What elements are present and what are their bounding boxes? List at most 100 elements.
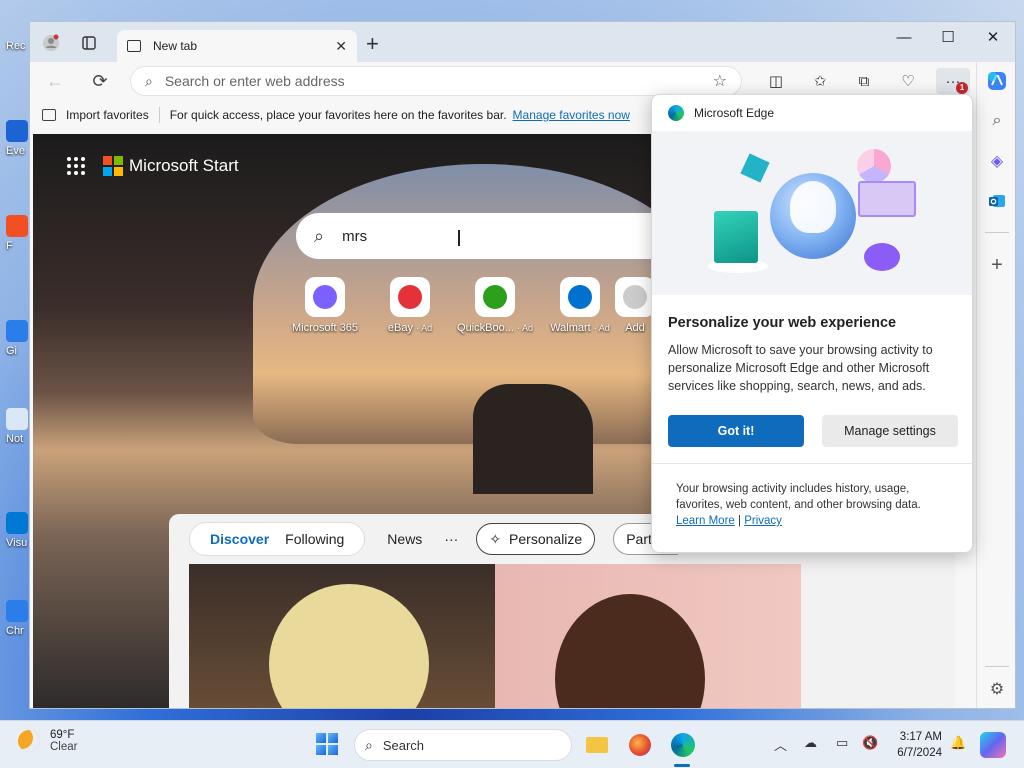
- taskbar: 69°F Clear ⌕ Search ︿ ☁ ▭ 🔇 3:17 AM 6/7/…: [0, 720, 1024, 768]
- profile-icon[interactable]: [38, 30, 64, 56]
- divider: [158, 107, 160, 123]
- favorites-hint: For quick access, place your favorites h…: [169, 108, 507, 122]
- popup-body: Allow Microsoft to save your browsing ac…: [668, 343, 933, 393]
- quick-link-label: Add: [625, 322, 645, 334]
- brand-title[interactable]: Microsoft Start: [129, 156, 239, 176]
- privacy-link[interactable]: Privacy: [744, 515, 782, 527]
- manage-settings-button[interactable]: Manage settings: [822, 415, 958, 447]
- more-tabs-button[interactable]: ···: [444, 531, 458, 547]
- maximize-button[interactable]: ☐: [928, 26, 968, 50]
- address-bar[interactable]: ⌕ Search or enter web address ☆: [130, 66, 742, 96]
- copilot-icon[interactable]: [984, 68, 1010, 94]
- news-photo-right[interactable]: [495, 564, 801, 708]
- start-button[interactable]: [316, 733, 338, 755]
- system-clock[interactable]: 3:17 AM 6/7/2024: [890, 729, 942, 761]
- app-icon: [6, 120, 28, 142]
- weather-temp: 69°F: [50, 729, 75, 741]
- news-photo-left[interactable]: [189, 564, 495, 708]
- edge-logo-icon: [668, 105, 684, 121]
- quick-link-label: Walmart: [550, 322, 591, 334]
- close-tab-icon[interactable]: ✕: [335, 38, 347, 55]
- refresh-button[interactable]: ⟳: [87, 68, 113, 94]
- tab-actions-icon[interactable]: [76, 30, 102, 56]
- person-icon: [790, 181, 836, 233]
- display-icon[interactable]: ▭: [836, 735, 848, 751]
- shopping-bag-icon: [714, 211, 758, 263]
- tab-page-icon: [127, 40, 141, 52]
- close-window-button[interactable]: ✕: [973, 26, 1013, 50]
- popup-buttons: Got it! Manage settings: [668, 415, 958, 447]
- firefox-icon[interactable]: [625, 730, 655, 760]
- sparkle-icon: ✧: [489, 530, 502, 547]
- search-icon: ⌕: [145, 72, 153, 89]
- favorites-icon[interactable]: ✩: [806, 68, 834, 94]
- popup-title: Personalize your web experience: [668, 315, 897, 331]
- app-icon: [6, 512, 28, 534]
- feed-tab-group: Discover Following: [189, 522, 366, 556]
- moon-icon: [18, 730, 40, 752]
- back-button[interactable]: ←: [42, 68, 68, 94]
- quick-link-ebay[interactable]: eBay · Ad: [370, 277, 450, 334]
- search-value: mrs: [342, 227, 368, 245]
- popup-header: Microsoft Edge: [652, 95, 972, 131]
- add-sidebar-app-icon[interactable]: +: [984, 252, 1010, 278]
- import-icon: [42, 109, 56, 121]
- minimize-button[interactable]: —: [884, 26, 924, 50]
- popup-illustration: [652, 131, 972, 295]
- new-tab-button[interactable]: +: [366, 32, 379, 56]
- manage-favorites-link[interactable]: Manage favorites now: [513, 108, 630, 122]
- weather-widget[interactable]: 69°F Clear: [18, 729, 77, 753]
- quick-link-microsoft-365[interactable]: Microsoft 365: [285, 277, 365, 334]
- quick-link-label: QuickBoo...: [457, 322, 514, 334]
- tab-label: New tab: [153, 39, 198, 53]
- onedrive-icon[interactable]: ☁: [804, 735, 817, 751]
- quick-link-quickbooks[interactable]: QuickBoo... · Ad: [455, 277, 535, 334]
- microsoft-365-icon[interactable]: ◈: [984, 148, 1010, 174]
- notification-bell-icon[interactable]: 🔔: [950, 735, 966, 751]
- favorite-star-icon[interactable]: ☆: [713, 71, 727, 91]
- split-screen-icon[interactable]: ◫: [762, 68, 790, 94]
- settings-more-button[interactable]: ··· 1: [936, 68, 970, 94]
- tab-following[interactable]: Following: [285, 531, 344, 547]
- tab-discover[interactable]: Discover: [210, 531, 269, 547]
- ad-label: · Ad: [416, 323, 433, 333]
- search-icon: ⌕: [314, 225, 325, 246]
- notification-badge: 1: [956, 82, 968, 94]
- tab-news[interactable]: News: [387, 531, 422, 547]
- sidebar-divider: [985, 232, 1009, 233]
- volume-icon[interactable]: 🔇: [862, 735, 878, 751]
- address-placeholder: Search or enter web address: [164, 73, 345, 89]
- search-icon[interactable]: ⌕: [984, 108, 1010, 134]
- ebay-icon: [390, 277, 430, 317]
- gear-icon[interactable]: ⚙: [984, 676, 1010, 702]
- weather-condition: Clear: [50, 741, 78, 753]
- quickbooks-icon: [475, 277, 515, 317]
- link-separator: |: [738, 515, 742, 527]
- collections-icon[interactable]: ⧉: [850, 68, 878, 94]
- import-favorites-button[interactable]: Import favorites: [66, 108, 149, 122]
- edge-taskbar-icon[interactable]: [668, 730, 698, 760]
- file-explorer-icon[interactable]: [582, 730, 612, 760]
- quick-link-walmart[interactable]: Walmart · Ad: [540, 277, 620, 334]
- add-site-icon: [615, 277, 655, 317]
- browser-essentials-icon[interactable]: ♡: [894, 68, 922, 94]
- ad-label: · Ad: [516, 323, 533, 333]
- tab-new-tab[interactable]: New tab ✕: [117, 30, 357, 62]
- taskbar-search[interactable]: ⌕ Search: [354, 729, 572, 761]
- app-icon: [6, 408, 28, 430]
- copilot-taskbar-icon[interactable]: [980, 732, 1006, 758]
- photo-subject: [269, 584, 429, 708]
- show-hidden-icons-chevron-icon[interactable]: ︿: [774, 735, 787, 754]
- feed-tabs: Discover Following News ··· ✧ Personaliz…: [189, 522, 678, 556]
- outlook-icon[interactable]: [984, 188, 1010, 214]
- personalize-button[interactable]: ✧ Personalize: [476, 523, 596, 555]
- personalize-popup: Microsoft Edge Personalize your web expe…: [651, 94, 973, 553]
- quick-link-add[interactable]: Add: [615, 277, 655, 334]
- popup-footer: Your browsing activity includes history,…: [676, 481, 956, 529]
- pie-chart-icon: [857, 149, 891, 183]
- learn-more-link[interactable]: Learn More: [676, 515, 735, 527]
- microsoft-logo-icon: [103, 156, 123, 176]
- clock-date: 6/7/2024: [897, 747, 942, 759]
- got-it-button[interactable]: Got it!: [668, 415, 804, 447]
- app-launcher-icon[interactable]: [67, 157, 85, 175]
